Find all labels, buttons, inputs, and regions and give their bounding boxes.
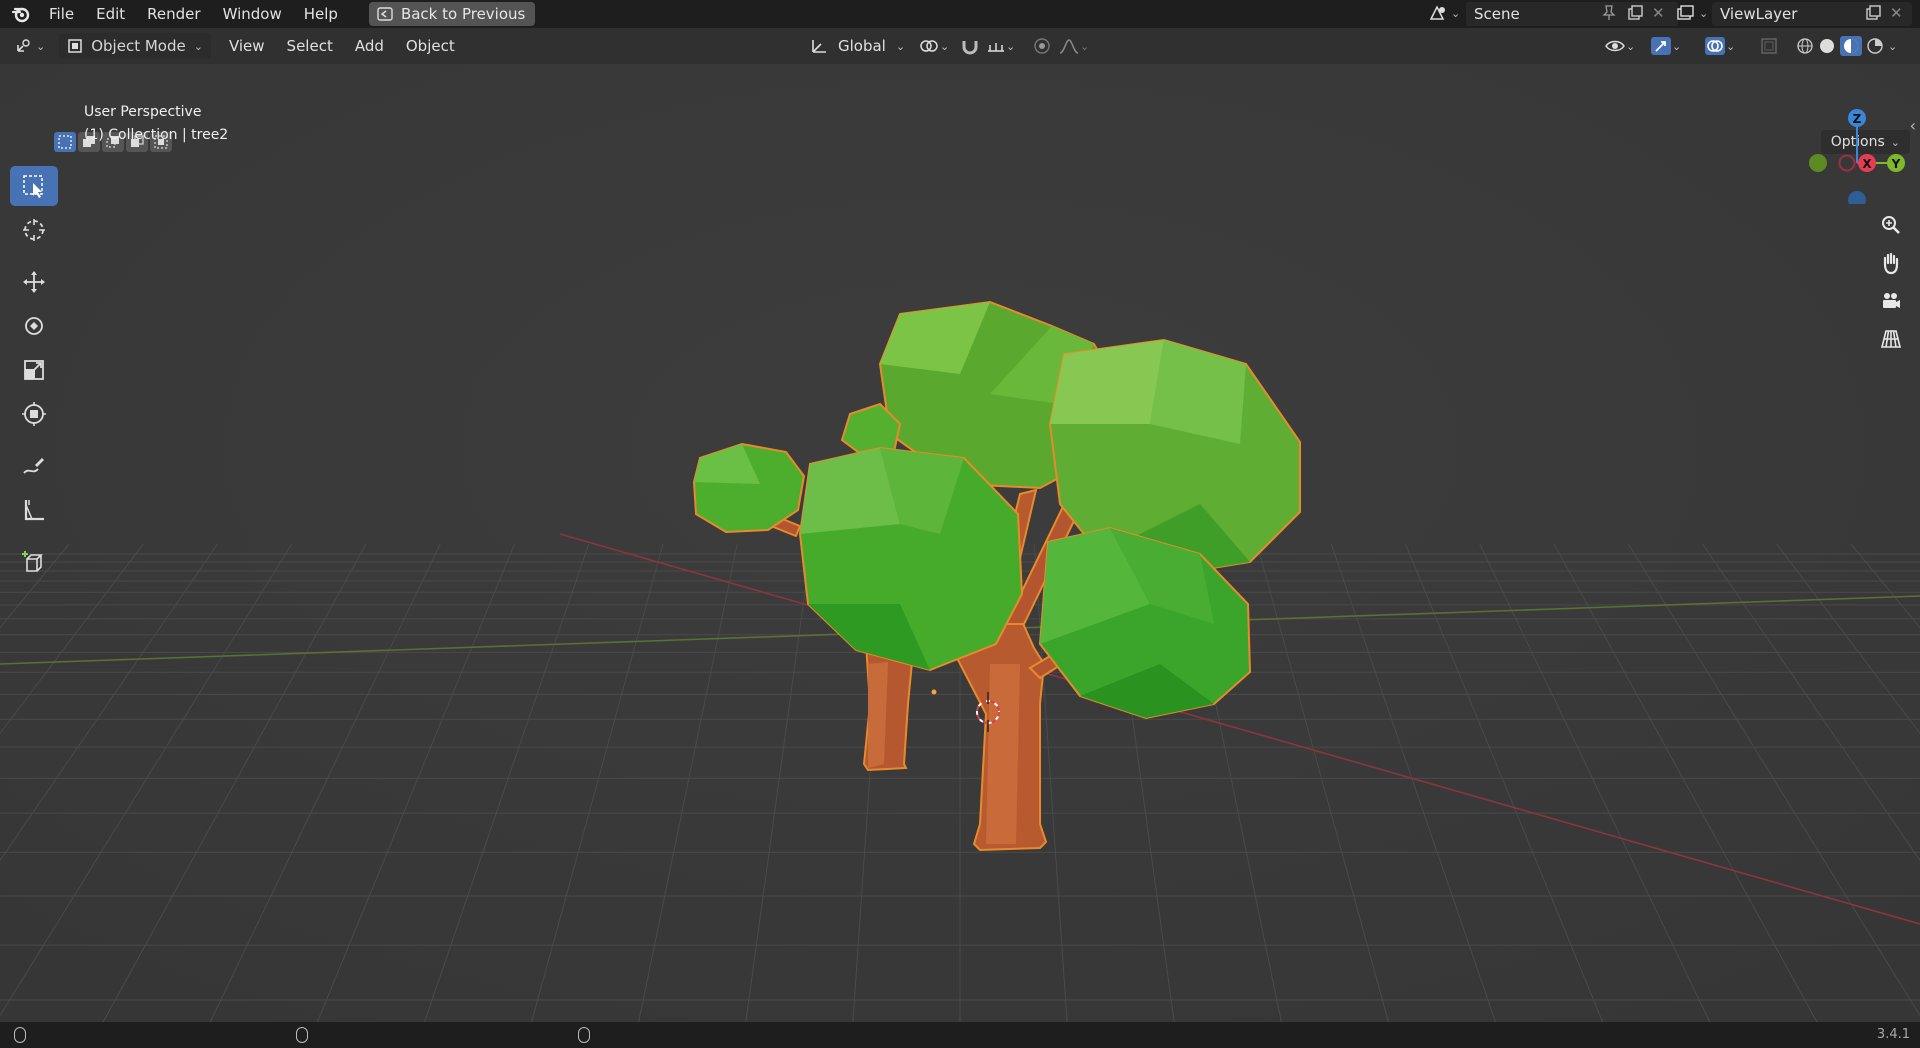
menu-add[interactable]: Add	[349, 33, 390, 59]
gizmo-y-negative	[1809, 154, 1827, 172]
solid-shading-icon[interactable]	[1818, 37, 1836, 55]
overlays-icon	[1705, 37, 1725, 55]
move-tool[interactable]	[10, 262, 58, 302]
cursor-icon	[23, 219, 45, 241]
falloff-curve-icon	[1059, 39, 1079, 54]
menu-select[interactable]: Select	[281, 33, 339, 59]
active-object-label: (1) Collection | tree2	[84, 127, 229, 143]
rendered-shading-icon[interactable]	[1866, 37, 1884, 55]
pan-hand-icon[interactable]	[1874, 246, 1908, 280]
mode-label: Object Mode	[91, 37, 186, 55]
camera-view-icon[interactable]	[1874, 284, 1908, 318]
object-origin	[931, 689, 937, 695]
select-new-icon[interactable]	[54, 132, 76, 152]
pin-icon[interactable]	[1600, 4, 1618, 26]
menu-file[interactable]: File	[38, 0, 85, 28]
gizmo-z-label: Z	[1853, 112, 1862, 126]
snap-target-dropdown[interactable]: ⌄	[980, 33, 1021, 59]
select-box-icon	[23, 175, 43, 198]
magnet-icon	[962, 41, 978, 55]
gizmo-icon	[1651, 37, 1671, 55]
transform-orientation-dropdown[interactable]: Global ⌄	[804, 33, 911, 59]
back-to-previous-button[interactable]: Back to Previous	[368, 2, 536, 26]
object-mode-icon	[68, 39, 82, 53]
rotate-tool[interactable]	[10, 306, 58, 346]
menu-object[interactable]: Object	[400, 33, 461, 59]
cursor-tool[interactable]	[10, 210, 58, 250]
editor-type-button[interactable]: ⌄	[8, 33, 51, 59]
shading-options-chevron[interactable]: ⌄	[1888, 40, 1897, 53]
gizmo-x-label: X	[1862, 157, 1872, 171]
transform-icon	[22, 402, 46, 426]
transform-tool[interactable]	[10, 394, 58, 434]
view-layer-name: ViewLayer	[1720, 5, 1798, 23]
add-cube-tool[interactable]	[10, 542, 58, 582]
scene-selector[interactable]: Scene ✕	[1466, 2, 1678, 26]
viewport-header: ⌄ Object Mode ⌄ View Select Add Object G…	[0, 28, 1920, 64]
tool-shelf	[10, 166, 62, 586]
zoom-icon[interactable]	[1874, 208, 1908, 242]
proportional-edit-icon	[1034, 38, 1050, 54]
top-menubar: File Edit Render Window Help Back to Pre…	[0, 0, 1920, 28]
scale-icon	[24, 360, 44, 380]
eye-icon	[1605, 40, 1625, 52]
delete-view-layer-icon[interactable]: ✕	[1890, 4, 1903, 22]
rotate-icon	[25, 317, 43, 335]
scale-tool[interactable]	[10, 350, 58, 390]
menu-help[interactable]: Help	[293, 0, 349, 28]
back-icon	[377, 7, 393, 21]
view-layer-selector[interactable]: ViewLayer ✕	[1712, 2, 1912, 26]
menu-render[interactable]: Render	[136, 0, 211, 28]
wireframe-shading-icon[interactable]	[1796, 37, 1814, 55]
new-view-layer-icon[interactable]	[1864, 4, 1882, 26]
perspective-toggle-icon[interactable]	[1874, 322, 1908, 356]
overlays-toggle[interactable]: ⌄	[1698, 33, 1741, 59]
gizmo-x-negative	[1838, 154, 1856, 172]
menu-view[interactable]: View	[223, 33, 271, 59]
mouse-right-icon	[578, 1027, 590, 1043]
back-to-previous-label: Back to Previous	[400, 5, 526, 23]
visibility-dropdown[interactable]: ⌄	[1598, 33, 1641, 59]
gizmo-y-label: Y	[1891, 157, 1901, 171]
pivot-icon	[920, 40, 938, 52]
viewport-scene	[0, 64, 1920, 1022]
new-scene-icon[interactable]	[1626, 4, 1644, 26]
menu-window[interactable]: Window	[212, 0, 293, 28]
add-cube-icon	[22, 551, 43, 572]
shading-mode-group: ⌄	[1790, 33, 1903, 59]
xray-icon	[1761, 38, 1777, 54]
mode-dropdown[interactable]: Object Mode ⌄	[59, 33, 211, 59]
gizmo-toggle[interactable]: ⌄	[1644, 33, 1687, 59]
mouse-middle-icon	[296, 1027, 308, 1043]
sidebar-toggle-icon[interactable]: ‹	[1910, 116, 1916, 135]
pivot-point-dropdown[interactable]: ⌄	[912, 33, 955, 59]
perspective-label: User Perspective	[84, 104, 202, 120]
navigation-gizmo[interactable]: Z X Y	[1800, 104, 1910, 204]
blender-logo-icon[interactable]	[10, 3, 32, 25]
orientation-label: Global	[838, 37, 886, 55]
scene-type-icon[interactable]: ⌄	[1428, 4, 1460, 22]
menu-edit[interactable]: Edit	[85, 0, 136, 28]
snap-increment-icon	[988, 43, 1004, 52]
annotate-icon	[23, 458, 44, 474]
mouse-left-icon	[14, 1027, 26, 1043]
delete-scene-icon[interactable]: ✕	[1652, 4, 1665, 22]
scene-name: Scene	[1474, 5, 1520, 23]
material-shading-icon[interactable]	[1840, 36, 1862, 56]
version-label: 3.4.1	[1876, 1027, 1910, 1042]
move-icon	[23, 271, 45, 293]
3d-viewport[interactable]: User Perspective (1) Collection | tree2 …	[0, 64, 1920, 1022]
status-bar: 3.4.1	[0, 1022, 1920, 1048]
gizmo-z-negative	[1848, 191, 1866, 204]
editor-type-icon	[17, 39, 30, 52]
falloff-dropdown[interactable]: ⌄	[1052, 33, 1095, 59]
measure-tool[interactable]	[10, 490, 58, 530]
xray-toggle[interactable]	[1754, 33, 1784, 59]
view-layer-type-icon[interactable]: ⌄	[1676, 4, 1708, 22]
select-box-tool[interactable]	[10, 166, 58, 206]
orientation-icon	[812, 40, 826, 53]
ruler-icon	[24, 500, 44, 521]
annotate-tool[interactable]	[10, 446, 58, 486]
